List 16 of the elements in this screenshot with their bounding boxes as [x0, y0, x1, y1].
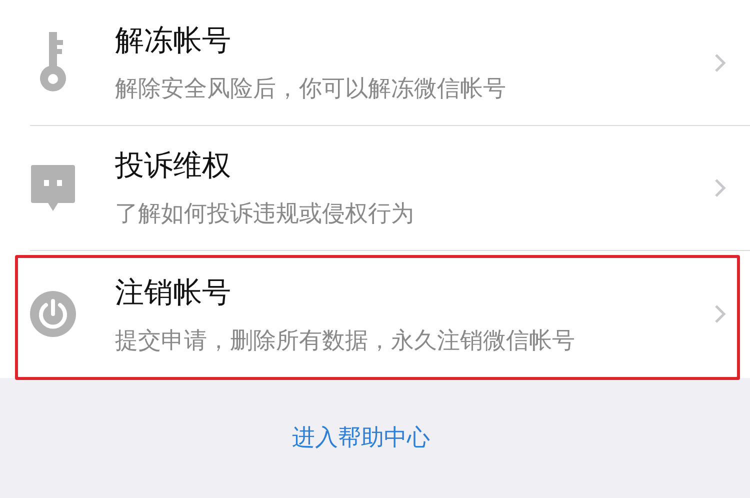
item-description: 了解如何投诉违规或侵权行为 [115, 200, 415, 229]
item-description: 提交申请，删除所有数据，永久注销微信帐号 [115, 326, 576, 356]
item-title: 投诉维权 [115, 147, 232, 184]
item-title: 注销帐号 [115, 274, 232, 310]
chevron-icon [714, 178, 726, 198]
chat-icon [30, 164, 74, 210]
item-description: 解除安全风险后，你可以解冻微信帐号 [115, 75, 507, 104]
chevron-icon [714, 304, 726, 324]
item-title: 解冻帐号 [115, 22, 232, 59]
power-icon [30, 291, 76, 337]
key-icon [38, 32, 66, 94]
menu-item[interactable]: 解冻帐号 解除安全风险后，你可以解冻微信帐号 [0, 0, 750, 125]
menu-item[interactable]: 投诉维权 了解如何投诉违规或侵权行为 [0, 125, 750, 250]
help-center-link[interactable]: 进入帮助中心 [292, 425, 430, 451]
chevron-icon [714, 52, 726, 72]
menu-item[interactable]: 注销帐号 提交申请，删除所有数据，永久注销微信帐号 [0, 250, 750, 378]
